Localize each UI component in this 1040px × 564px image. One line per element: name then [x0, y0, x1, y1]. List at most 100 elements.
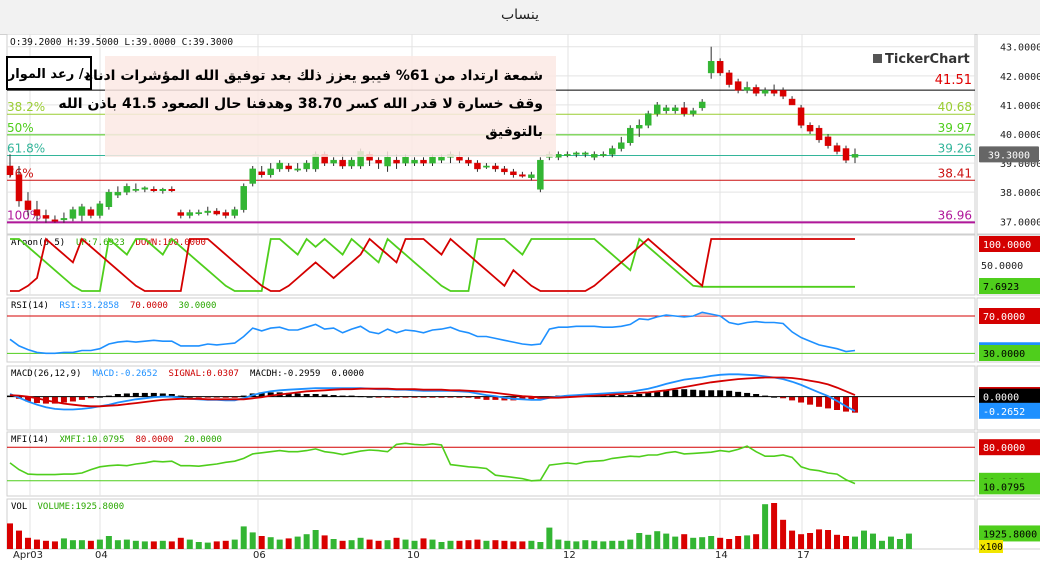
volume-bar — [896, 539, 903, 549]
volume-bar — [447, 540, 454, 549]
volume-bar — [438, 542, 445, 549]
volume-bar — [249, 532, 256, 549]
volume-bar — [33, 539, 40, 549]
candle-body — [734, 81, 742, 91]
fib-value-label: 39.26 — [938, 142, 972, 156]
x-axis-label: 06 — [253, 550, 266, 561]
stock-chart[interactable]: 43.000042.000041.000040.000039.000038.00… — [0, 34, 1040, 564]
candle-body — [653, 104, 661, 114]
volume-bar — [303, 534, 310, 549]
volume-bar — [636, 533, 643, 549]
value-badge-label: 7.6923 — [983, 282, 1019, 293]
value-badge-label: 0.0000 — [983, 393, 1019, 404]
candle-body — [150, 189, 158, 191]
candle-body — [15, 174, 23, 202]
resistance-value-label: 41.51 — [935, 73, 972, 88]
indicator-header-item: MACD:-0.2652 — [93, 369, 158, 379]
x-axis-label: Apr03 — [13, 550, 43, 561]
author-name: د/ رعد الموار — [7, 67, 91, 82]
macd-histogram-bar — [717, 390, 724, 397]
indicator-header-item: RSI(14) — [11, 301, 49, 311]
value-badge-label: 100.0000 — [983, 240, 1031, 251]
candle-body — [591, 154, 598, 158]
candle-body — [420, 159, 427, 164]
comment-line: وقف خسارة لا قدر الله كسر 38.70 وهدفنا ح… — [58, 96, 543, 112]
candle-body — [231, 209, 238, 216]
ohlc-header: O:39.2000 H:39.5000 L:39.0000 C:39.3000 — [10, 37, 233, 48]
candle-body — [770, 90, 778, 94]
volume-bar — [132, 540, 139, 549]
candle-body — [384, 157, 391, 167]
x-axis-label: 17 — [797, 550, 810, 561]
candle-body — [429, 157, 436, 164]
candle-body — [797, 107, 805, 126]
volume-bar — [627, 539, 634, 549]
volume-bar — [501, 540, 508, 549]
volume-bar — [834, 534, 841, 549]
volume-bar — [789, 530, 796, 549]
candle-body — [159, 189, 167, 191]
candle-body — [680, 107, 688, 114]
value-badge-label: 1925.8000 — [983, 529, 1037, 540]
candle-body — [33, 209, 41, 216]
volume-bar — [87, 540, 94, 549]
fib-value-label: 40.68 — [938, 100, 972, 114]
macd-histogram-bar — [672, 389, 679, 397]
candle-body — [492, 165, 499, 170]
volume-bar — [465, 540, 472, 549]
candle-body — [204, 210, 212, 213]
volume-bar — [420, 538, 427, 549]
candle-body — [258, 171, 265, 175]
volume-bar — [7, 523, 13, 549]
volume-bar — [510, 541, 517, 549]
volume-bar — [483, 540, 490, 549]
candle-body — [78, 206, 86, 216]
price-tick-label: 41.0000 — [1000, 101, 1040, 112]
window-titlebar: ينساب — [0, 0, 1040, 35]
candle-body — [510, 171, 517, 175]
x-axis-label: 14 — [715, 550, 728, 561]
indicator-header-item: 80.0000 — [136, 435, 174, 445]
volume-bar — [780, 519, 787, 549]
value-badge-label: 30.0000 — [983, 349, 1025, 360]
fib-value-label: 36.96 — [938, 208, 972, 222]
candle-body — [42, 215, 50, 219]
macd-histogram-bar — [726, 390, 733, 397]
candle-body — [636, 125, 643, 129]
volume-bar — [123, 539, 130, 549]
candle-body — [456, 157, 463, 161]
volume-bar — [726, 539, 733, 549]
x-axis-label: 12 — [563, 550, 576, 561]
candle-body — [303, 162, 310, 170]
indicator-header-item: 70.0000 — [130, 301, 168, 311]
aroon-tick-label: 50.0000 — [981, 261, 1023, 272]
volume-bar — [860, 530, 867, 549]
x-axis-label: 10 — [407, 550, 420, 561]
macd-histogram-bar — [708, 390, 715, 397]
candle-body — [788, 98, 796, 106]
volume-bar — [905, 533, 912, 549]
macd-histogram-bar — [60, 396, 67, 403]
macd-histogram-bar — [690, 389, 697, 397]
volume-bar — [150, 541, 157, 549]
candle-body — [132, 189, 140, 191]
candle-body — [339, 159, 346, 167]
macd-histogram-bar — [798, 396, 805, 403]
volume-bar — [528, 540, 535, 549]
candle-body — [582, 152, 589, 155]
tickerchart-logo-icon — [873, 54, 882, 63]
candle-body — [285, 165, 292, 170]
volume-bar — [60, 538, 67, 549]
candle-body — [177, 212, 185, 216]
volume-bar — [762, 504, 769, 549]
volume-bar — [384, 540, 391, 549]
indicator-header-item: XMFI:10.0795 — [60, 435, 125, 445]
indicator-header-item: 0.0000 — [332, 369, 365, 379]
volume-bar — [663, 533, 670, 549]
volume-bar — [213, 541, 220, 549]
volume-bar — [24, 537, 31, 549]
macd-histogram-bar — [816, 396, 823, 407]
candle-body — [833, 145, 841, 152]
indicator-header-item: MACDH:-0.2959 — [250, 369, 320, 379]
volume-bar — [69, 540, 76, 549]
